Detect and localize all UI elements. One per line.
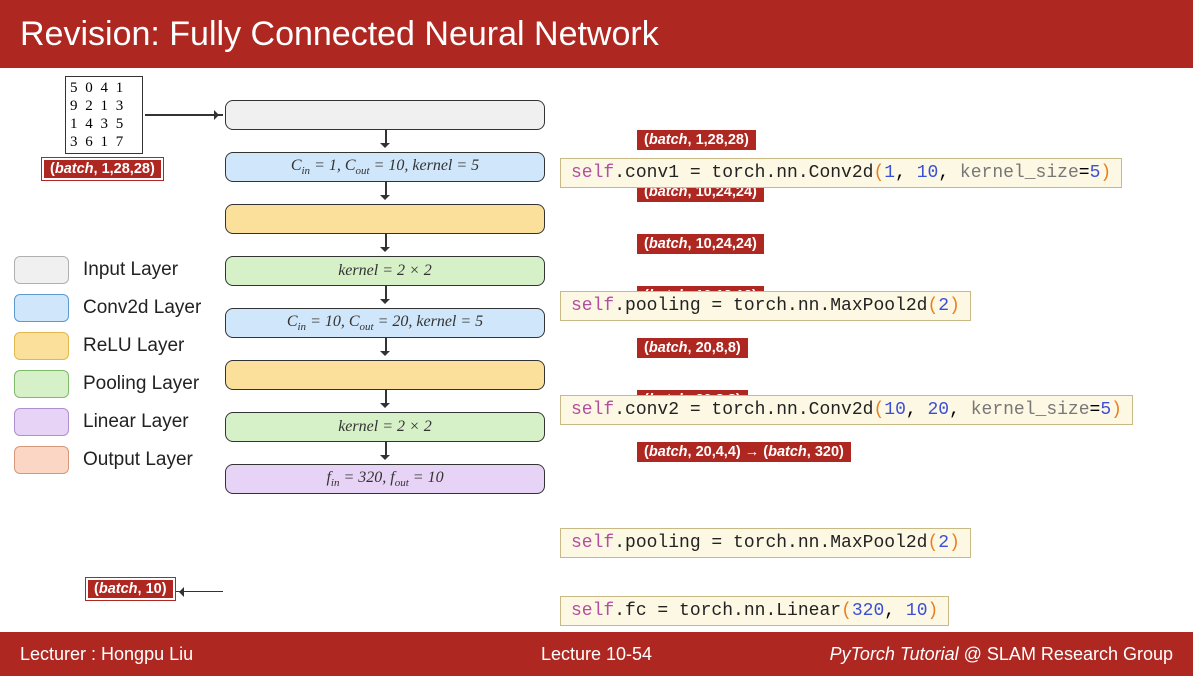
layer-relu1 <box>225 204 545 234</box>
digits-row: 5 0 4 1 <box>70 79 138 97</box>
slide-title: Revision: Fully Connected Neural Network <box>20 15 659 54</box>
swatch-pool <box>14 370 69 398</box>
arrow-icon <box>145 114 223 116</box>
digits-row: 9 2 1 3 <box>70 97 138 115</box>
layer-relu2 <box>225 360 545 390</box>
layer-text: kernel = 2 × 2 <box>338 262 432 280</box>
digits-row: 1 4 3 5 <box>70 115 138 133</box>
slide-footer: Lecturer : Hongpu Liu Lecture 10-54 PyTo… <box>0 632 1193 676</box>
legend: Input Layer Conv2d Layer ReLU Layer Pool… <box>14 256 214 484</box>
arrow-icon <box>225 442 545 464</box>
digits-row: 3 6 1 7 <box>70 133 138 151</box>
output-shape-tag: (batch, 10) <box>86 578 175 600</box>
legend-item: Output Layer <box>14 446 214 474</box>
layer-linear: fin = 320, fout = 10 <box>225 464 545 494</box>
arrow-icon <box>225 338 545 360</box>
layer-text: fin = 320, fout = 10 <box>326 469 443 489</box>
slide-header: Revision: Fully Connected Neural Network <box>0 0 1193 68</box>
swatch-conv <box>14 294 69 322</box>
arrow-icon <box>225 390 545 412</box>
swatch-input <box>14 256 69 284</box>
legend-item: ReLU Layer <box>14 332 214 360</box>
footer-group: PyTorch Tutorial @ SLAM Research Group <box>830 644 1173 665</box>
legend-item: Pooling Layer <box>14 370 214 398</box>
code-pool1: self.pooling = torch.nn.MaxPool2d(2) <box>560 291 971 321</box>
legend-item: Linear Layer <box>14 408 214 436</box>
layer-pool1: kernel = 2 × 2 <box>225 256 545 286</box>
shape-tag: (batch, 20,4,4) → (batch, 320) <box>637 442 851 462</box>
input-shape-tag: (batch, 1,28,28) <box>42 158 163 180</box>
swatch-output <box>14 446 69 474</box>
code-pool2: self.pooling = torch.nn.MaxPool2d(2) <box>560 528 971 558</box>
layer-text: Cin = 1, Cout = 10, kernel = 5 <box>291 157 479 177</box>
legend-item: Input Layer <box>14 256 214 284</box>
arrow-icon <box>175 591 223 593</box>
layer-input <box>225 100 545 130</box>
footer-lecturer: Lecturer : Hongpu Liu <box>20 644 193 665</box>
shape-tag: (batch, 1,28,28) <box>637 130 756 150</box>
layer-conv2: Cin = 10, Cout = 20, kernel = 5 <box>225 308 545 338</box>
shape-tag: (batch, 10,24,24) <box>637 234 764 254</box>
code-fc: self.fc = torch.nn.Linear(320, 10) <box>560 596 949 626</box>
layer-pool2: kernel = 2 × 2 <box>225 412 545 442</box>
arrow-icon <box>225 286 545 308</box>
layer-text: kernel = 2 × 2 <box>338 418 432 436</box>
slide-body: 5 0 4 1 9 2 1 3 1 4 3 5 3 6 1 7 (batch, … <box>0 68 1193 620</box>
swatch-linear <box>14 408 69 436</box>
footer-lecture-number: Lecture 10-54 <box>541 644 652 665</box>
shape-tag: (batch, 20,8,8) <box>637 338 748 358</box>
arrow-icon <box>225 182 545 204</box>
legend-item: Conv2d Layer <box>14 294 214 322</box>
input-digits-image: 5 0 4 1 9 2 1 3 1 4 3 5 3 6 1 7 <box>65 76 143 154</box>
layer-text: Cin = 10, Cout = 20, kernel = 5 <box>287 313 483 333</box>
layer-flow: (batch, 1,28,28) Cin = 1, Cout = 10, ker… <box>225 100 545 494</box>
code-conv2: self.conv2 = torch.nn.Conv2d(10, 20, ker… <box>560 395 1133 425</box>
arrow-icon <box>225 234 545 256</box>
swatch-relu <box>14 332 69 360</box>
code-conv1: self.conv1 = torch.nn.Conv2d(1, 10, kern… <box>560 158 1122 188</box>
layer-conv1: Cin = 1, Cout = 10, kernel = 5 <box>225 152 545 182</box>
arrow-icon <box>225 130 545 152</box>
